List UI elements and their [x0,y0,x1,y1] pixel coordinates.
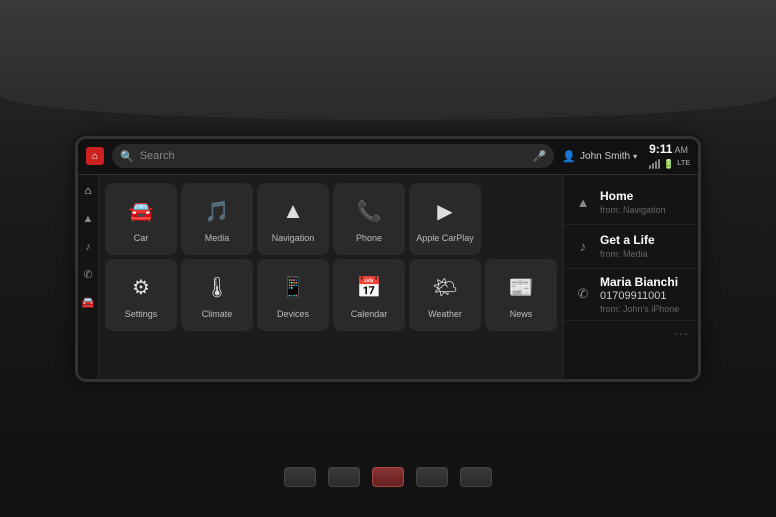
screen-content: ⌂ 🔍 Search 🎤 👤 John Smith ▾ 9:11 AM [78,139,698,379]
panel-caller-number: 01709911001 [600,290,688,302]
infotainment-screen: ⌂ 🔍 Search 🎤 👤 John Smith ▾ 9:11 AM [78,139,698,379]
media-icon: 🎵 [199,193,235,229]
panel-phone-content: Maria Bianchi 01709911001 from: John's i… [600,275,688,314]
app-media[interactable]: 🎵 Media [181,183,253,255]
panel-caller-subtitle: from: John's iPhone [600,304,688,314]
calendar-icon: 📅 [351,269,387,305]
app-settings-label: Settings [125,309,158,320]
physical-controls [284,467,492,487]
news-icon: 📰 [503,269,539,305]
app-weather-label: Weather [428,309,462,320]
app-row-2: ⚙ Settings 🌡 Climate 📱 Devices 📅 [105,259,557,331]
app-car[interactable]: 🚘 Car [105,183,177,255]
home-icon: ⌂ [92,151,98,162]
right-panel: ▲ Home from: Navigation ♪ Get a Life fro… [563,175,698,379]
app-grid: 🚘 Car 🎵 Media ▲ Navigation 📞 [99,175,563,379]
sidebar-car-icon[interactable]: 🚘 [78,293,98,313]
lte-badge: LTE [677,160,690,168]
control-button-2[interactable] [328,467,360,487]
control-button-4[interactable] [460,467,492,487]
panel-media-content: Get a Life from: Media [600,233,688,259]
chevron-down-icon: ▾ [633,152,637,161]
left-sidebar: ⌂ ▲ ♪ ✆ 🚘 [78,175,99,379]
am-pm-display: AM [674,145,688,156]
control-button-1[interactable] [284,467,316,487]
app-phone[interactable]: 📞 Phone [333,183,405,255]
navigation-map-icon: ▲ [275,193,311,229]
panel-item-get-a-life[interactable]: ♪ Get a Life from: Media [564,225,698,269]
more-dots-icon: ··· [674,325,688,341]
signal-bar-3 [655,161,657,169]
search-placeholder: Search [140,150,533,162]
app-calendar-label: Calendar [351,309,388,320]
app-phone-label: Phone [356,233,382,244]
app-car-label: Car [134,233,149,244]
panel-navigation-icon: ▲ [574,193,592,211]
clock-block: 9:11 AM 🔋 LTE [649,142,690,169]
weather-icon: 🌤 [427,269,463,305]
battery-icon: 🔋 [663,159,674,170]
panel-caller-name: Maria Bianchi [600,275,688,289]
hazard-button[interactable] [372,467,404,487]
user-name: John Smith [580,151,630,162]
app-weather[interactable]: 🌤 Weather [409,259,481,331]
app-news-label: News [510,309,533,320]
user-info[interactable]: 👤 John Smith ▾ [562,150,637,163]
app-settings[interactable]: ⚙ Settings [105,259,177,331]
phone-handset-icon: 📞 [351,193,387,229]
app-news[interactable]: 📰 News [485,259,557,331]
app-carplay-label: Apple CarPlay [416,233,474,244]
top-bar: ⌂ 🔍 Search 🎤 👤 John Smith ▾ 9:11 AM [78,139,698,175]
search-icon: 🔍 [120,150,134,163]
sidebar-home-icon[interactable]: ⌂ [78,181,98,201]
app-devices[interactable]: 📱 Devices [257,259,329,331]
app-devices-label: Devices [277,309,309,320]
sidebar-navigation-icon[interactable]: ▲ [78,209,98,229]
app-climate[interactable]: 🌡 Climate [181,259,253,331]
panel-more-button[interactable]: ··· [564,321,698,345]
car-dashboard: ⌂ 🔍 Search 🎤 👤 John Smith ▾ 9:11 AM [0,0,776,517]
main-content: ⌂ ▲ ♪ ✆ 🚘 🚘 Car 🎵 [78,175,698,379]
user-icon: 👤 [562,150,576,163]
signal-bars [649,159,660,169]
panel-item-home[interactable]: ▲ Home from: Navigation [564,181,698,225]
panel-home-subtitle: from: Navigation [600,205,688,215]
home-button[interactable]: ⌂ [86,147,104,165]
sidebar-phone-icon[interactable]: ✆ [78,265,98,285]
panel-home-content: Home from: Navigation [600,189,688,215]
devices-icon: 📱 [275,269,311,305]
climate-icon: 🌡 [199,269,235,305]
app-climate-label: Climate [202,309,233,320]
panel-phone-icon: ✆ [574,285,592,303]
panel-get-a-life-title: Get a Life [600,233,688,247]
app-calendar[interactable]: 📅 Calendar [333,259,405,331]
signal-bar-4 [658,159,660,169]
signal-bar-1 [649,165,651,169]
sidebar-music-icon[interactable]: ♪ [78,237,98,257]
panel-item-maria-bianchi[interactable]: ✆ Maria Bianchi 01709911001 from: John's… [564,269,698,321]
carplay-icon: ▶ [427,193,463,229]
app-carplay[interactable]: ▶ Apple CarPlay [409,183,481,255]
app-row-1: 🚘 Car 🎵 Media ▲ Navigation 📞 [105,183,557,255]
panel-music-icon: ♪ [574,237,592,255]
mic-icon: 🎤 [533,150,547,163]
car-icon: 🚘 [123,193,159,229]
signal-row: 🔋 LTE [649,159,690,170]
settings-gear-icon: ⚙ [123,269,159,305]
signal-bar-2 [652,163,654,169]
time-display: 9:11 [649,142,672,156]
app-navigation[interactable]: ▲ Navigation [257,183,329,255]
control-button-3[interactable] [416,467,448,487]
app-media-label: Media [205,233,230,244]
search-bar[interactable]: 🔍 Search 🎤 [112,144,554,168]
app-navigation-label: Navigation [272,233,315,244]
panel-home-title: Home [600,189,688,203]
panel-get-a-life-subtitle: from: Media [600,249,688,259]
